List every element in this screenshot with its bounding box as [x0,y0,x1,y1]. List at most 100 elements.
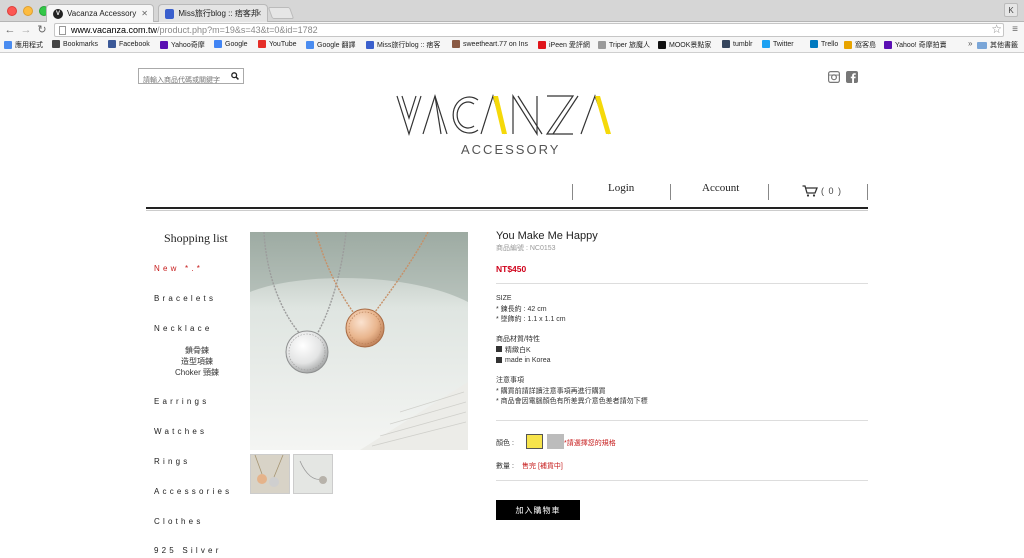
bookmark-item[interactable]: Bookmarks [52,40,98,48]
browser-menu-icon[interactable]: ≡ [1012,23,1018,37]
close-window-button[interactable] [7,6,17,16]
logo-tagline: ACCESSORY [461,142,561,157]
tumblr-icon [722,40,730,48]
facebook-icon[interactable] [846,70,858,83]
minimize-window-button[interactable] [23,6,33,16]
category-clothes[interactable]: Clothes [154,517,204,526]
twitter-icon [762,40,770,48]
search-icon[interactable] [231,72,239,80]
bookmark-item[interactable]: Twitter [762,40,794,48]
other-bookmarks-folder[interactable]: 其他書籤 [977,40,1018,50]
google-icon [214,40,222,48]
trello-icon [810,40,818,48]
quantity-label: 數量 : [496,463,514,470]
tab-label: Vacanza Accessory [67,9,137,18]
stock-status: 售完 [補貨中] [522,463,563,470]
new-tab-button[interactable] [267,7,295,19]
shopping-cart-icon [802,185,818,197]
cart-link[interactable]: ( 0 ) [802,185,842,197]
google-translate-icon [306,41,314,49]
bookmark-item[interactable]: sweetheart.77 on Ins [452,40,528,48]
bookmarks-bar: » 其他書籤 應用程式 Bookmarks Facebook Yahoo奇摩 Googl… [0,38,1024,53]
subcategory-choker[interactable]: Choker 頸鍊 [157,367,237,378]
page-icon [59,26,66,35]
category-bracelets[interactable]: Bracelets [154,294,216,303]
product-thumbnail-1[interactable] [250,454,290,494]
header-rule-thin [146,210,868,211]
color-swatch-gray[interactable] [547,434,564,449]
mook-icon [658,41,666,49]
forward-arrow-icon[interactable]: → [20,23,32,37]
category-new[interactable]: New *.* [154,264,203,273]
bookmark-item[interactable]: Google 翻譯 [306,40,356,50]
subcategory-collarbone[interactable]: 鎖骨鍊 [157,345,237,356]
page-icon [598,41,606,49]
product-thumbnail-2[interactable] [293,454,333,494]
browser-tab-bar: V Vacanza Accessory ✕ Miss旅行blog :: 痞客邦 … [0,0,1024,22]
category-925-silver[interactable]: 925 Silver [154,546,222,555]
category-rings[interactable]: Rings [154,457,190,466]
bookmark-label: YouTube [269,40,297,48]
nav-divider [572,184,573,200]
color-swatch-yellow[interactable] [526,434,543,449]
notice-line: * 購買前請詳讀注意事項再進行購買 [496,387,606,395]
color-label: 顏色 : [496,440,514,447]
close-tab-icon[interactable]: ✕ [141,9,148,18]
details-divider [496,420,868,421]
bookmark-item[interactable]: 窩客島 [844,40,876,50]
back-arrow-icon[interactable]: ← [4,23,16,37]
bullet-square-icon [496,346,502,352]
vacanza-logo[interactable] [395,92,620,138]
apps-icon [4,41,12,49]
size-line: * 鍊長約 : 42 cm [496,305,547,313]
tab-vacanza[interactable]: V Vacanza Accessory ✕ [46,4,154,22]
profile-button[interactable]: K [1004,3,1018,17]
bookmark-label: tumblr [733,40,753,48]
bookmark-item[interactable]: Google [214,40,248,48]
bookmark-item[interactable]: Trello [810,40,838,48]
vacanza-favicon-icon: V [53,8,63,19]
category-necklace[interactable]: Necklace [154,324,213,333]
bookmark-star-icon[interactable]: ☆ [991,22,1002,36]
category-accessories[interactable]: Accessories [154,487,232,496]
instagram-icon[interactable] [828,70,841,84]
bookmark-item[interactable]: Miss旅行blog :: 痞客 [366,40,440,50]
subcategory-statement[interactable]: 造型項鍊 [157,356,237,367]
folder-icon [977,41,987,49]
add-to-cart-button[interactable]: 加入購物車 [496,500,580,520]
account-link[interactable]: Account [702,182,739,202]
tab-label: Miss旅行blog :: 痞客邦 PIXNET [178,9,261,18]
social-links [828,70,858,84]
bookmark-label: Google [225,40,248,48]
bookmark-item[interactable]: Triper 旅魔人 [598,40,650,50]
product-main-photo[interactable] [250,232,468,450]
yahoo-icon [160,41,168,49]
tab-miss-blog[interactable]: Miss旅行blog :: 痞客邦 PIXNET ✕ [158,4,268,22]
notice-info: 注意事項 * 購買前請詳讀注意事項再進行購買 * 商品會因電腦顏色有所差異介意色… [496,376,648,408]
bookmark-item[interactable]: Yahoo奇摩 [160,40,205,50]
size-title: SIZE [496,295,512,302]
category-earrings[interactable]: Earrings [154,397,209,406]
bookmark-label: 應用程式 [15,42,43,49]
bookmark-item[interactable]: Yahoo! 奇摩拍賣 [884,40,947,50]
search-input[interactable] [139,73,223,88]
vacanza-logo-mark [396,93,611,137]
address-bar[interactable]: www.vacanza.com.tw/product.php?m=19&s=43… [54,23,1004,37]
bookmark-label: Twitter [773,40,794,48]
bookmark-label: Bookmarks [63,40,99,48]
bookmark-item[interactable]: YouTube [258,40,297,48]
bookmark-item[interactable]: Facebook [108,40,150,48]
bookmark-item[interactable]: tumblr [722,40,752,48]
bookmark-item[interactable]: MOOK景點家 [658,40,711,50]
color-hint: *請選擇您的規格 [564,440,616,447]
close-tab-icon[interactable]: ✕ [255,9,262,18]
category-watches[interactable]: Watches [154,427,207,436]
other-bookmarks-label: 其他書籤 [990,42,1018,49]
window-controls [7,6,49,16]
more-bookmarks-button[interactable]: » [968,39,972,48]
reload-icon[interactable]: ↻ [36,23,48,37]
bookmark-item[interactable]: 應用程式 [4,40,43,50]
login-link[interactable]: Login [608,182,634,202]
bookmark-item[interactable]: iPeen 愛評網 [538,40,590,50]
bookmark-label: Trello [821,40,839,48]
